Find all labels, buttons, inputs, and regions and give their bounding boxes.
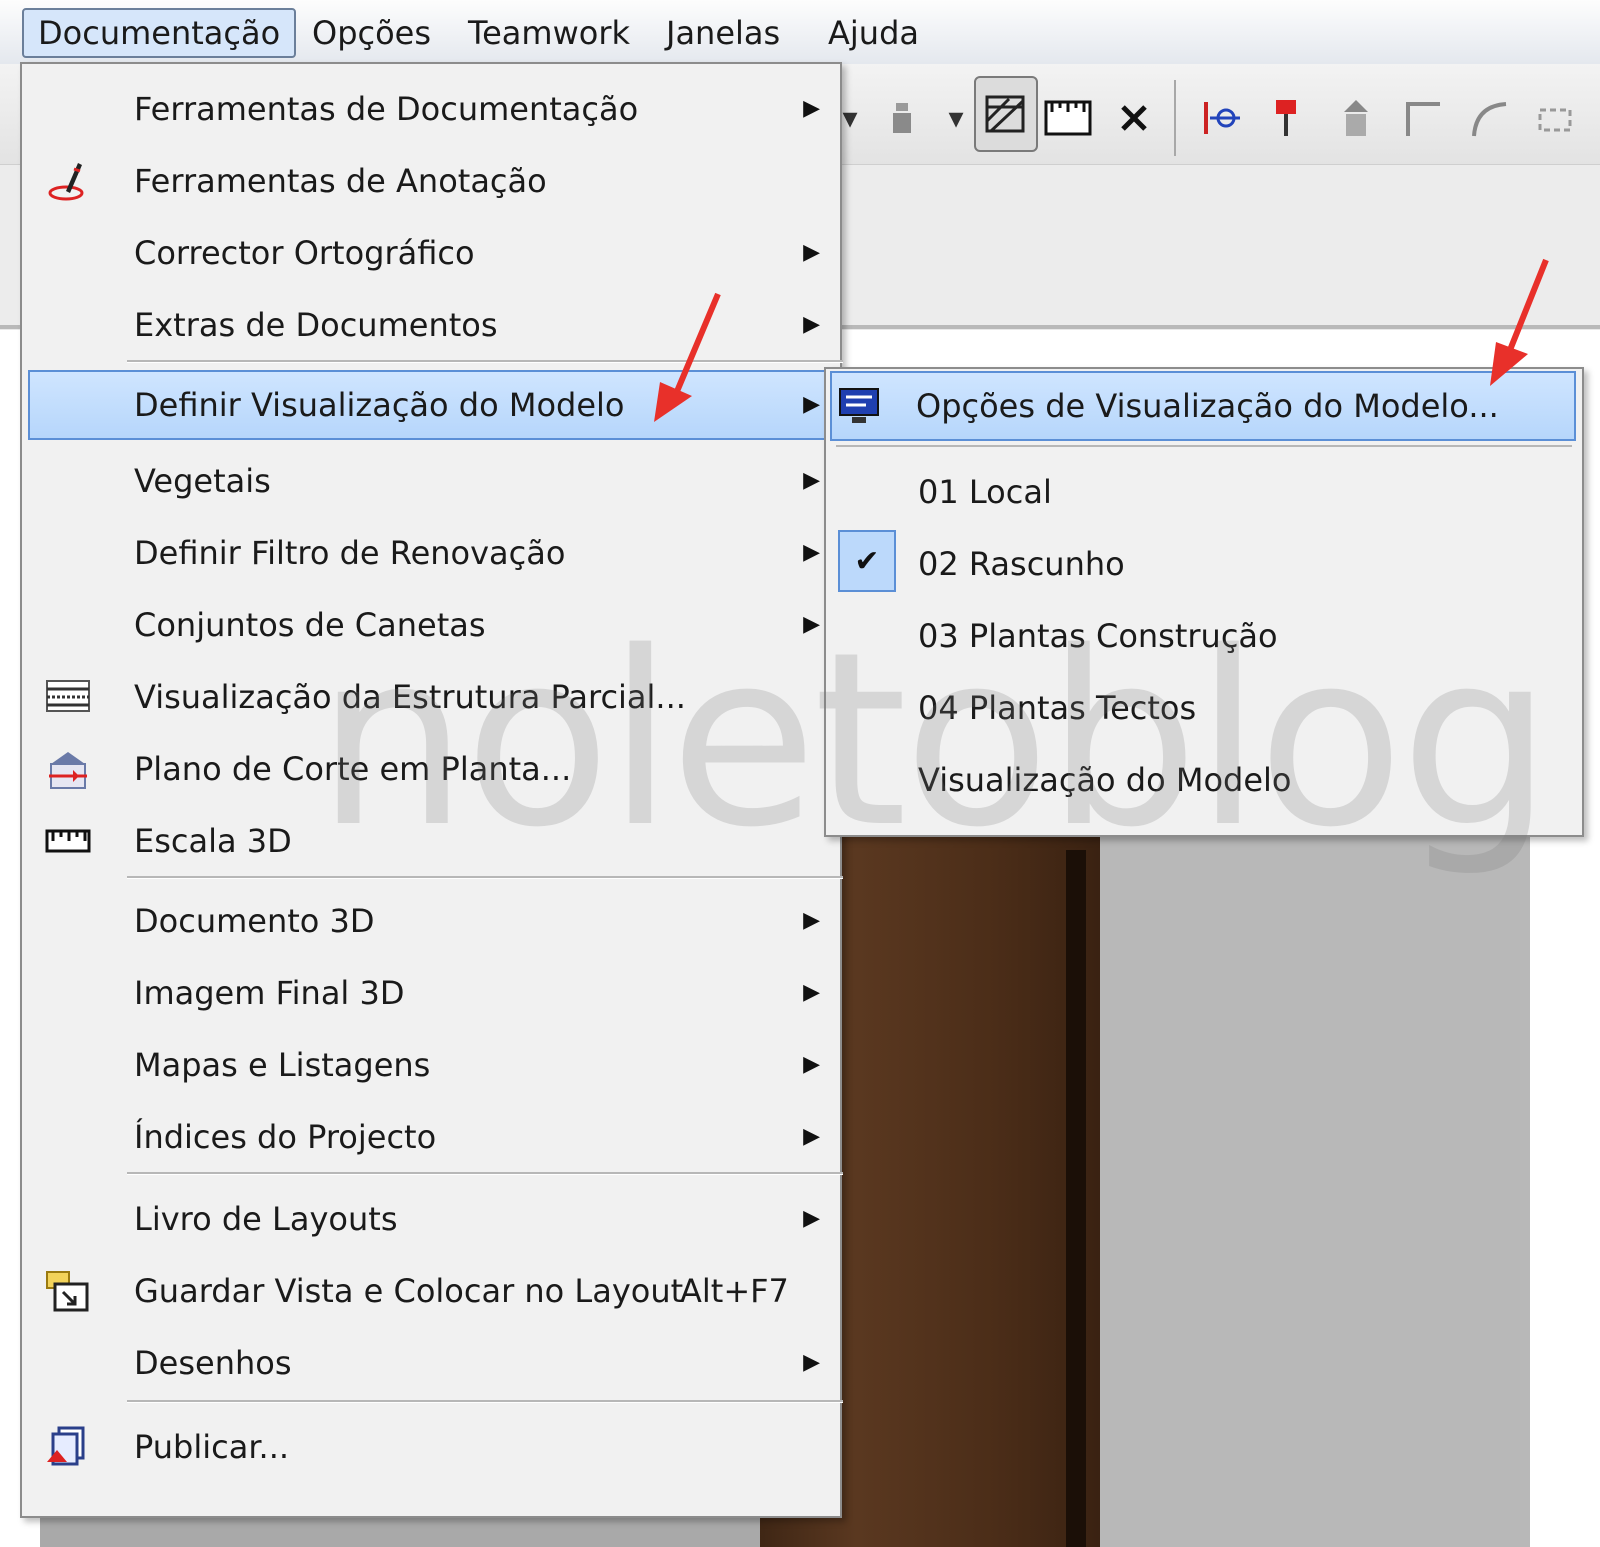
toolbar-separator (1174, 80, 1176, 156)
menu-item-ferramentas-anotacao[interactable]: Ferramentas de Anotação (30, 146, 830, 216)
publish-icon (44, 1423, 92, 1471)
menu-item-visualizacao-estrutura-parcial[interactable]: Visualização da Estrutura Parcial... (30, 662, 830, 732)
documentacao-menu: Ferramentas de Documentação ▶ Ferramenta… (20, 62, 843, 1518)
submenu-item-visualizacao-modelo[interactable]: Visualização do Modelo (834, 745, 1574, 815)
scale-ruler-icon (44, 817, 92, 865)
submenu-arrow-icon: ▶ (803, 392, 820, 417)
submenu-item-03-plantas-construcao[interactable]: 03 Plantas Construção (834, 601, 1574, 671)
submenu-arrow-icon: ▶ (803, 1206, 820, 1231)
submenu-arrow-icon: ▶ (803, 540, 820, 565)
menubar-item-ajuda[interactable]: Ajuda (812, 10, 935, 56)
submenu-arrow-icon: ▶ (803, 312, 820, 337)
submenu-arrow-icon: ▶ (803, 908, 820, 933)
submenu-arrow-icon: ▶ (803, 96, 820, 121)
menu-item-vegetais[interactable]: Vegetais ▶ (30, 446, 830, 516)
submenu-item-04-plantas-tectos[interactable]: 04 Plantas Tectos (834, 673, 1574, 743)
menu-item-plano-corte-planta[interactable]: Plano de Corte em Planta... (30, 734, 830, 804)
menu-item-documento-3d[interactable]: Documento 3D ▶ (30, 886, 830, 956)
partial-structure-icon (44, 673, 92, 721)
menubar-item-janelas[interactable]: Janelas (650, 10, 796, 56)
arc-icon[interactable] (1462, 92, 1514, 144)
menu-item-indices-projecto[interactable]: Índices do Projecto ▶ (30, 1102, 830, 1172)
menu-separator (127, 360, 843, 363)
menu-item-desenhos[interactable]: Desenhos ▶ (30, 1328, 830, 1398)
submenu-item-opcoes-visualizacao[interactable]: Opções de Visualização do Modelo... (830, 371, 1576, 441)
level-icon[interactable] (1330, 92, 1382, 144)
menu-item-conjuntos-canetas[interactable]: Conjuntos de Canetas ▶ (30, 590, 830, 660)
3d-wall (1050, 830, 1530, 1547)
save-view-icon (44, 1267, 92, 1315)
menu-item-extras-documentos[interactable]: Extras de Documentos ▶ (30, 290, 830, 360)
submenu-arrow-icon: ▶ (803, 1052, 820, 1077)
checkmark-icon: ✔ (838, 530, 896, 592)
submenu-arrow-icon: ▶ (803, 1350, 820, 1375)
annotation-pen-icon (44, 157, 92, 205)
submenu-arrow-icon: ▶ (803, 1124, 820, 1149)
submenu-arrow-icon: ▶ (803, 468, 820, 493)
submenu-arrow-icon: ▶ (803, 612, 820, 637)
submenu-separator (836, 445, 1572, 447)
ruler-icon[interactable] (1042, 92, 1094, 144)
menu-separator (127, 876, 843, 879)
menu-bar: Documentação Opções Teamwork Janelas Aju… (0, 0, 1600, 65)
cut-plane-icon (44, 745, 92, 793)
close-cross-icon[interactable] (1108, 92, 1160, 144)
marker-icon[interactable] (1262, 92, 1314, 144)
menu-separator (127, 1400, 843, 1403)
monitor-options-icon (836, 385, 882, 431)
menu-item-mapas-listagens[interactable]: Mapas e Listagens ▶ (30, 1030, 830, 1100)
submenu-item-02-rascunho[interactable]: ✔ 02 Rascunho (834, 529, 1574, 599)
menu-separator (127, 1172, 843, 1175)
submenu-arrow-icon: ▶ (803, 240, 820, 265)
menubar-item-teamwork[interactable]: Teamwork (452, 10, 646, 56)
submenu-arrow-icon: ▶ (803, 980, 820, 1005)
menu-item-corrector-ortografico[interactable]: Corrector Ortográfico ▶ (30, 218, 830, 288)
menu-item-definir-filtro-renovacao[interactable]: Definir Filtro de Renovação ▶ (30, 518, 830, 588)
menu-item-publicar[interactable]: Publicar... (30, 1412, 830, 1482)
menu-item-guardar-vista-layout[interactable]: Guardar Vista e Colocar no Layout Alt+F7 (30, 1256, 830, 1326)
menubar-item-documentacao[interactable]: Documentação (22, 8, 297, 58)
menubar-item-opcoes[interactable]: Opções (296, 10, 447, 56)
menu-item-ferramentas-documentacao[interactable]: Ferramentas de Documentação ▶ (30, 74, 830, 144)
menu-item-livro-layouts[interactable]: Livro de Layouts ▶ (30, 1184, 830, 1254)
frame-icon[interactable] (1528, 92, 1580, 144)
pin-icon[interactable] (876, 92, 928, 144)
3d-door-frame (1066, 850, 1086, 1547)
definir-visualizacao-submenu: Opções de Visualização do Modelo... 01 L… (824, 367, 1584, 837)
submenu-item-01-local[interactable]: 01 Local (834, 457, 1574, 527)
shortcut-label: Alt+F7 (680, 1272, 789, 1310)
hatch-tool-icon[interactable] (974, 76, 1038, 152)
section-icon[interactable] (1196, 92, 1248, 144)
menu-item-imagem-final-3d[interactable]: Imagem Final 3D ▶ (30, 958, 830, 1028)
menu-item-definir-visualizacao-modelo[interactable]: Definir Visualização do Modelo ▶ (28, 370, 832, 440)
menu-item-escala-3d[interactable]: Escala 3D (30, 806, 830, 876)
corner-icon[interactable] (1396, 92, 1448, 144)
